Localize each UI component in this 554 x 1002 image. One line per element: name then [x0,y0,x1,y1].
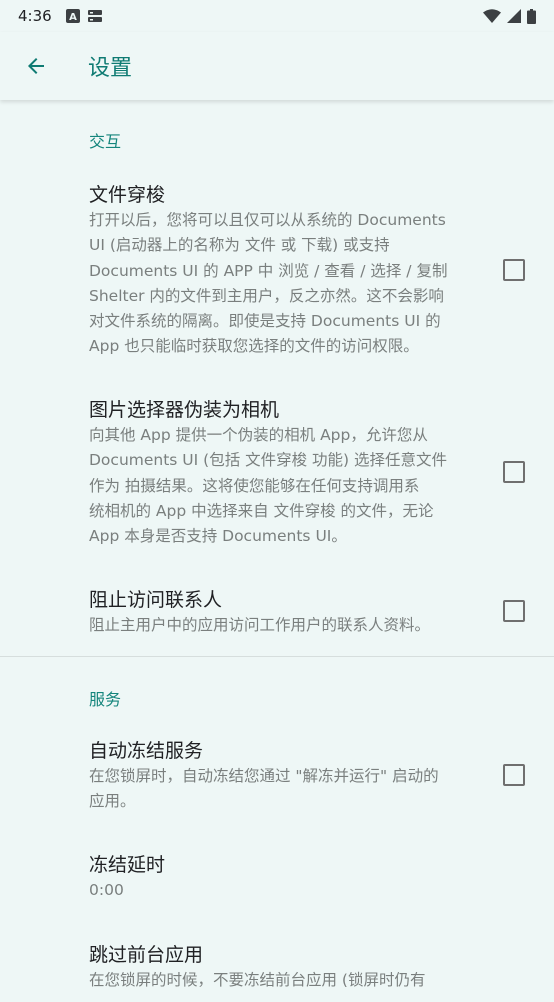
section-header-services: 服务 [89,690,122,709]
pref-summary: 打开以后，您将可以且仅可以从系统的 Documents UI (启动器上的名称为… [89,208,472,360]
summary-line: Documents UI (包括 文件穿梭 功能) 选择任意文件 [89,451,448,470]
pref-skip-foreground[interactable]: 跳过前台应用 在您锁屏的时候，不要冻结前台应用 (锁屏时仍有 [0,942,554,1002]
summary-line: 在您锁屏的时候，不要冻结前台应用 (锁屏时仍有 [89,971,426,989]
a-icon: A [65,9,80,23]
summary-line: UI (启动器上的名称为 文件 或 下载) 或支持 [89,236,390,255]
auto-freeze-checkbox[interactable] [503,764,525,786]
summary-line: 对文件系统的隔离。即使是支持 Documents UI 的 [89,312,441,331]
pref-summary: 0:00 [89,878,472,903]
status-time: 4:36 [18,7,52,25]
summary-line: 在您锁屏时，自动冻结您通过 "解冻并运行" 启动的 [89,767,439,785]
summary-line: 统相机的 App 中选择来自 文件穿梭 的文件，无论 [89,501,434,520]
pref-file-shuttle[interactable]: 文件穿梭 打开以后，您将可以且仅可以从系统的 Documents UI (启动器… [0,182,554,362]
summary-line: App 也只能临时获取您选择的文件的访问权限。 [89,337,419,356]
pref-fake-camera[interactable]: 图片选择器伪装为相机 向其他 App 提供一个伪装的相机 App，允许您从 Do… [0,397,554,547]
summary-line: 应用。 [89,792,136,811]
pref-title: 跳过前台应用 [89,944,204,966]
arrow-left-icon [28,58,44,74]
fake-camera-checkbox[interactable] [503,461,525,483]
wifi-icon [483,9,501,23]
app-bar: 设置 [0,32,554,100]
pref-title: 文件穿梭 [89,184,166,206]
pref-title: 阻止访问联系人 [89,589,223,611]
back-button[interactable] [8,38,64,94]
pref-summary: 向其他 App 提供一个伪装的相机 App，允许您从 Documents UI … [89,423,472,549]
pref-auto-freeze[interactable]: 自动冻结服务 在您锁屏时，自动冻结您通过 "解冻并运行" 启动的 应用。 [0,738,554,814]
pref-title: 图片选择器伪装为相机 [89,399,280,421]
pref-freeze-delay[interactable]: 冻结延时 0:00 [0,852,554,904]
pref-summary: 在您锁屏的时候，不要冻结前台应用 (锁屏时仍有 [89,968,472,993]
pref-summary: 阻止主用户中的应用访问工作用户的联系人资料。 [89,613,472,638]
summary-line: 0:00 [89,881,124,899]
summary-line: Shelter 内的文件到主用户，反之亦然。这不会影响 [89,286,444,305]
block-contacts-checkbox[interactable] [503,600,525,622]
status-bar: 4:36 A [0,0,554,32]
battery-icon [527,8,536,24]
summary-line: 作为 拍摄结果。这将使您能够在任何支持调用系 [89,476,420,495]
pref-title: 自动冻结服务 [89,740,204,762]
pref-block-contacts[interactable]: 阻止访问联系人 阻止主用户中的应用访问工作用户的联系人资料。 [0,587,554,637]
summary-line: Documents UI 的 APP 中 浏览 / 查看 / 选择 / 复制 [89,261,448,280]
sim-card-icon [87,10,102,22]
pref-summary: 在您锁屏时，自动冻结您通过 "解冻并运行" 启动的 应用。 [89,764,472,815]
summary-line: 阻止主用户中的应用访问工作用户的联系人资料。 [89,616,431,634]
summary-line: App 本身是否支持 Documents UI。 [89,527,347,546]
section-header-interaction: 交互 [89,132,122,151]
pref-title: 冻结延时 [89,854,166,876]
signal-icon [507,9,521,23]
svg-text:A: A [69,12,77,23]
page-title: 设置 [88,56,133,81]
summary-line: 向其他 App 提供一个伪装的相机 App，允许您从 [89,426,428,444]
section-divider [0,656,554,657]
file-shuttle-checkbox[interactable] [503,259,525,281]
summary-line: 打开以后，您将可以且仅可以从系统的 Documents [89,211,446,229]
